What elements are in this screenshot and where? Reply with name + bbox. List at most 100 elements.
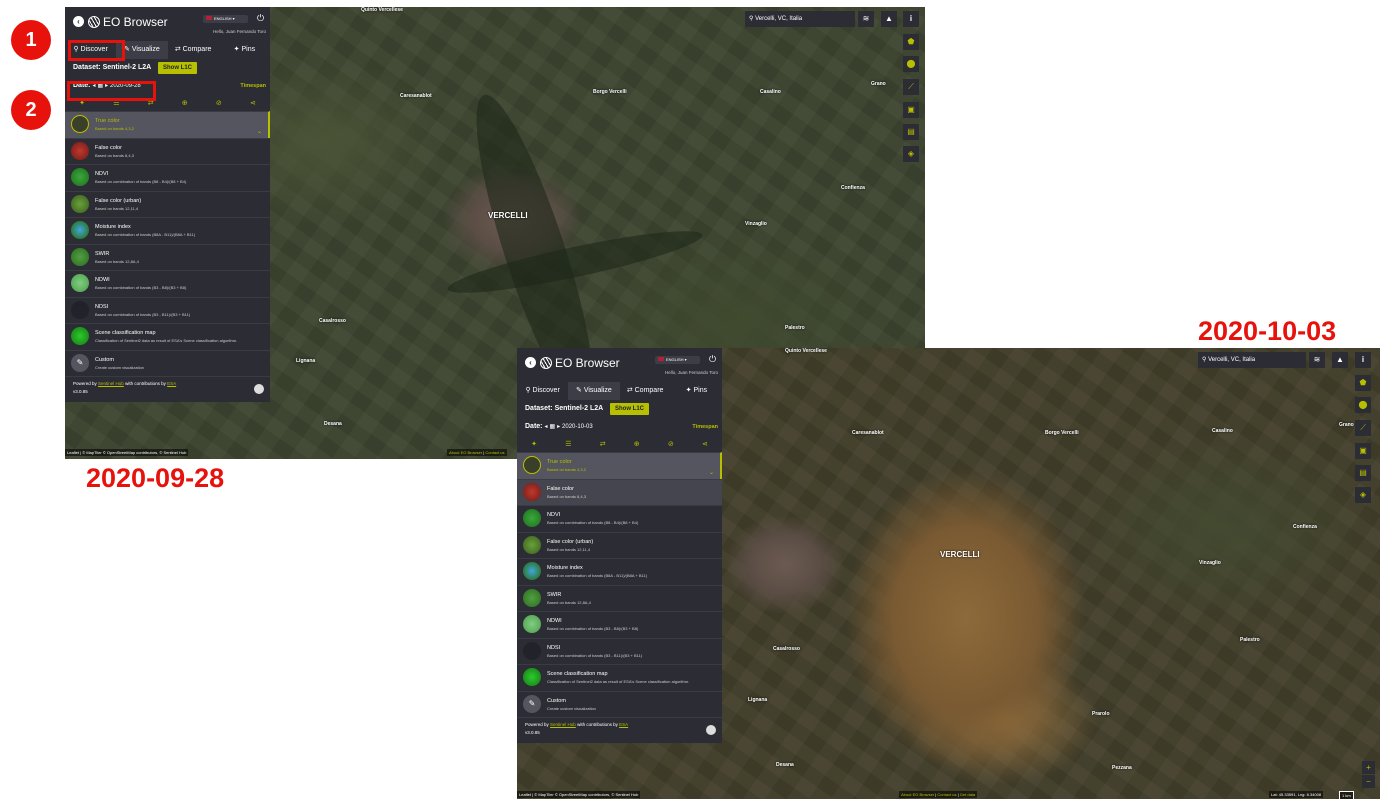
about-link[interactable]: About EO Browser xyxy=(901,792,934,797)
ruler-icon[interactable]: ⟋ xyxy=(1355,420,1371,436)
search-input[interactable]: ⚲ Vercelli, VC, Italia xyxy=(1198,352,1306,368)
place-label: Borgo Vercelli xyxy=(593,89,627,95)
layer-item[interactable]: SWIR Based on bands 12,8A,4 xyxy=(517,584,722,612)
layer-desc: Create custom visualization xyxy=(95,364,144,370)
place-label: Confienza xyxy=(841,185,865,191)
timelapse-icon[interactable]: ▤ xyxy=(1355,465,1371,481)
dataset-row: Dataset: Sentinel-2 L2A Show L1C xyxy=(517,400,722,418)
center-icon[interactable]: ⊕ xyxy=(182,99,188,107)
layer-name: NDVI xyxy=(547,512,561,518)
layer-item[interactable]: NDSI Based on combination of bands (B3 - … xyxy=(517,637,722,665)
place-label: Palestro xyxy=(1240,637,1260,643)
layer-item[interactable]: True color Based on bands 4,3,2 ⌄ xyxy=(65,111,270,138)
layer-item[interactable]: True color Based on bands 4,3,2 ⌄ xyxy=(517,452,722,479)
layers-icon[interactable]: ≋ xyxy=(858,11,874,27)
layer-name: NDSI xyxy=(547,644,561,651)
layer-item[interactable]: False color Based on bands 8,4,3 xyxy=(65,137,270,165)
collapse-icon[interactable]: ‹ xyxy=(525,357,536,368)
date-prev-icon[interactable]: ◂ xyxy=(544,424,547,430)
layer-item[interactable]: Scene classification map Classification o… xyxy=(517,664,722,691)
3d-icon[interactable]: ◈ xyxy=(903,146,919,162)
date-next-icon[interactable]: ▸ xyxy=(557,424,560,430)
get-data-link[interactable]: Get data xyxy=(960,792,975,797)
power-icon[interactable]: ⏻ xyxy=(257,13,264,24)
compare-icon[interactable]: ⇄ xyxy=(600,440,606,448)
info-icon[interactable]: i xyxy=(903,11,919,27)
show-l1c-button[interactable]: Show L1C xyxy=(158,62,198,74)
polygon-icon[interactable]: ⬟ xyxy=(903,34,919,50)
place-label: Caresanablot xyxy=(852,430,884,436)
marker-icon[interactable]: ⬤ xyxy=(1355,397,1371,413)
esa-link[interactable]: ESA xyxy=(619,722,628,727)
layer-item[interactable]: False color Based on bands 8,4,3 xyxy=(517,478,722,505)
layers-icon[interactable]: ≋ xyxy=(1309,352,1325,368)
sidebar-panel: ‹ EO Browser ENGLISH ▾ ⏻ Hello, Juan Fer… xyxy=(517,348,722,743)
effects-icon[interactable]: ☰ xyxy=(565,440,571,448)
layer-item[interactable]: Moisture index Based on combination of ba… xyxy=(65,217,270,244)
about-link[interactable]: About EO Browser xyxy=(449,450,482,455)
chevron-down-icon[interactable]: ⌄ xyxy=(257,128,262,135)
tab-pins[interactable]: ✦ Pins xyxy=(671,382,722,400)
show-l1c-button[interactable]: Show L1C xyxy=(610,403,650,415)
polygon-icon[interactable]: ⬟ xyxy=(1355,375,1371,391)
place-label-city: VERCELLI xyxy=(940,550,980,559)
layer-item[interactable]: NDVI Based on combination of bands (B8 - … xyxy=(65,164,270,191)
layer-name: False color xyxy=(547,485,574,492)
marker-icon[interactable]: ⬤ xyxy=(903,56,919,72)
tab-pins[interactable]: ✦ Pins xyxy=(219,41,270,59)
image-download-icon[interactable]: ▣ xyxy=(1355,443,1371,459)
theme-icon[interactable] xyxy=(254,384,264,394)
place-label: Desana xyxy=(776,762,794,768)
place-label: Grano xyxy=(871,81,886,87)
calendar-icon[interactable]: ▦ xyxy=(549,424,555,430)
share-icon[interactable]: ⋖ xyxy=(250,99,256,107)
search-input[interactable]: ⚲ Vercelli, VC, Italia xyxy=(745,11,855,27)
contact-link[interactable]: Contact us xyxy=(485,450,504,455)
layer-thumbnail xyxy=(523,562,541,580)
layer-item[interactable]: ✎ Custom Create custom visualization xyxy=(517,690,722,718)
3d-icon[interactable]: ◈ xyxy=(1355,487,1371,503)
layer-item[interactable]: NDVI Based on combination of bands (B8 - … xyxy=(517,505,722,532)
power-icon[interactable]: ⏻ xyxy=(709,354,716,365)
sentinel-hub-link[interactable]: Sentinel Hub xyxy=(98,381,124,386)
tab-discover[interactable]: ⚲ Discover xyxy=(517,382,568,400)
hide-icon[interactable]: ⊘ xyxy=(668,440,674,448)
tutorial-icon[interactable]: ▲ xyxy=(881,11,897,27)
pin-icon[interactable]: ✦ xyxy=(531,440,537,448)
zoom-out-button[interactable]: − xyxy=(1362,775,1375,788)
tab-visualize[interactable]: ✎ Visualize xyxy=(568,382,620,400)
date-value[interactable]: 2020-10-03 xyxy=(562,424,593,430)
tab-label: Compare xyxy=(182,46,212,53)
layer-item[interactable]: ✎ Custom Create custom visualization xyxy=(65,349,270,377)
tab-compare[interactable]: ⇄ Compare xyxy=(168,41,219,59)
share-icon[interactable]: ⋖ xyxy=(702,440,708,448)
layer-item[interactable]: Moisture index Based on combination of ba… xyxy=(517,558,722,585)
timelapse-icon[interactable]: ▤ xyxy=(903,124,919,140)
image-download-icon[interactable]: ▣ xyxy=(903,102,919,118)
info-icon[interactable]: i xyxy=(1355,352,1371,368)
center-icon[interactable]: ⊕ xyxy=(634,440,640,448)
timespan-link[interactable]: Timespan xyxy=(240,77,266,95)
esa-link[interactable]: ESA xyxy=(167,381,176,386)
theme-icon[interactable] xyxy=(706,725,716,735)
collapse-icon[interactable]: ‹ xyxy=(73,16,84,27)
ruler-icon[interactable]: ⟋ xyxy=(903,79,919,95)
tutorial-icon[interactable]: ▲ xyxy=(1332,352,1348,368)
layer-item[interactable]: Scene classification map Classification o… xyxy=(65,323,270,350)
layer-item[interactable]: False color (urban) Based on bands 12,11,… xyxy=(65,190,270,218)
language-select[interactable]: ENGLISH ▾ xyxy=(203,15,248,23)
tab-compare[interactable]: ⇄ Compare xyxy=(620,382,671,400)
zoom-in-button[interactable]: + xyxy=(1362,761,1375,774)
place-label: Confienza xyxy=(1293,524,1317,530)
timespan-link[interactable]: Timespan xyxy=(692,418,718,436)
layer-item[interactable]: False color (urban) Based on bands 12,11,… xyxy=(517,531,722,559)
layer-item[interactable]: NDWI Based on combination of bands (B3 - … xyxy=(517,611,722,638)
layer-item[interactable]: NDWI Based on combination of bands (B3 - … xyxy=(65,270,270,297)
layer-item[interactable]: SWIR Based on bands 12,8A,4 xyxy=(65,243,270,271)
hide-icon[interactable]: ⊘ xyxy=(216,99,222,107)
layer-item[interactable]: NDSI Based on combination of bands (B3 - … xyxy=(65,296,270,324)
contact-link[interactable]: Contact us xyxy=(937,792,956,797)
language-select[interactable]: ENGLISH ▾ xyxy=(655,356,700,364)
chevron-down-icon[interactable]: ⌄ xyxy=(709,469,714,476)
sentinel-hub-link[interactable]: Sentinel Hub xyxy=(550,722,576,727)
